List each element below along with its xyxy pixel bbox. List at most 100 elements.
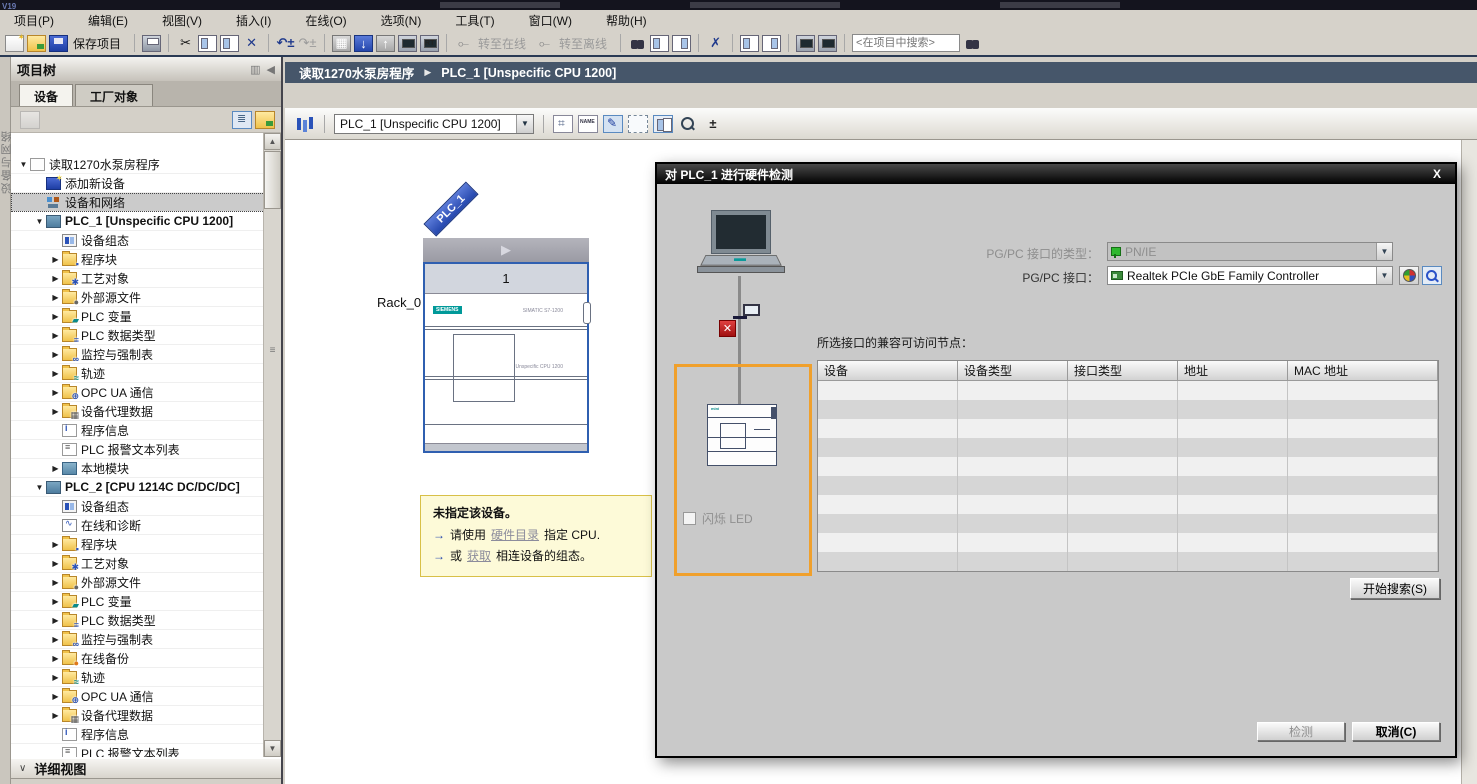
go-online-button[interactable]: 转至在线 <box>478 35 526 52</box>
menu-item-8[interactable]: 帮助(H) <box>602 11 651 30</box>
caret-right-icon[interactable]: ▶ <box>49 369 62 378</box>
column-header-3[interactable]: 地址 <box>1178 361 1288 381</box>
tree-item[interactable]: ▶在线备份 <box>11 649 281 668</box>
tree-item[interactable]: 设备组态 <box>11 231 281 250</box>
tree-item[interactable]: 程序信息 <box>11 421 281 440</box>
go-offline-button[interactable]: 转至离线 <box>559 35 607 52</box>
tree-item[interactable]: 在线和诊断 <box>11 516 281 535</box>
splitter-grip[interactable]: ≡ <box>266 345 279 356</box>
caret-right-icon[interactable]: ▶ <box>49 464 62 473</box>
caret-right-icon[interactable]: ▶ <box>49 578 62 587</box>
go-offline-plug-icon[interactable]: ⟜ <box>535 35 554 52</box>
tree-item[interactable]: ▶PLC 变量 <box>11 592 281 611</box>
menu-item-2[interactable]: 视图(V) <box>158 11 206 30</box>
caret-right-icon[interactable]: ▶ <box>49 388 62 397</box>
detect-link[interactable]: 获取 <box>467 547 491 564</box>
detect-button[interactable]: 检测 <box>1257 722 1345 741</box>
tree-item[interactable]: ▶PLC 数据类型 <box>11 611 281 630</box>
caret-right-icon[interactable]: ▶ <box>49 711 62 720</box>
new-project-icon[interactable] <box>5 35 24 52</box>
tree-item[interactable]: 添加新设备 <box>11 174 281 193</box>
tree-item[interactable]: ▼PLC_2 [CPU 1214C DC/DC/DC] <box>11 478 281 497</box>
tree-item[interactable]: ▶监控与强制表 <box>11 345 281 364</box>
caret-right-icon[interactable]: ▶ <box>49 673 62 682</box>
scrollbar-thumb[interactable] <box>264 151 281 209</box>
window-icon-2[interactable] <box>672 35 691 52</box>
columns-icon[interactable]: ▥ <box>250 63 260 76</box>
tree-item[interactable]: PLC 报警文本列表 <box>11 744 281 757</box>
show-tags-icon[interactable] <box>603 115 623 133</box>
scroll-up-icon[interactable]: ▲ <box>264 133 281 150</box>
tab-1[interactable]: 工厂对象 <box>75 84 153 106</box>
collapsed-side-tab[interactable]: 设备与网络 <box>0 57 11 784</box>
delete-icon[interactable]: ✕ <box>242 35 261 52</box>
column-header-0[interactable]: 设备 <box>818 361 958 381</box>
grid-icon[interactable] <box>553 115 573 133</box>
scroll-down-icon[interactable]: ▼ <box>264 740 281 757</box>
paste-icon[interactable] <box>220 35 239 52</box>
caret-right-icon[interactable]: ▶ <box>49 350 62 359</box>
tree-item[interactable]: ▶工艺对象 <box>11 269 281 288</box>
caret-right-icon[interactable]: ▶ <box>49 331 62 340</box>
caret-right-icon[interactable]: ▶ <box>49 654 62 663</box>
upload-from-device-icon[interactable]: ↑ <box>376 35 395 52</box>
cpu-slot[interactable]: 1 SIEMENS SIMATIC S7-1200 Unspecific CPU… <box>423 262 589 453</box>
start-search-button[interactable]: 开始搜索(S) <box>1350 578 1440 599</box>
open-object-icon[interactable] <box>255 111 275 129</box>
snap-grid-icon[interactable] <box>628 115 648 133</box>
interface-properties-button[interactable] <box>1399 266 1419 285</box>
collapse-panel-icon[interactable]: ◀ <box>267 63 275 76</box>
hardware-catalog-link[interactable]: 硬件目录 <box>491 526 539 543</box>
window-icon[interactable] <box>650 35 669 52</box>
start-cpu-icon[interactable] <box>398 35 417 52</box>
stop-cpu-rt-icon[interactable] <box>420 35 439 52</box>
diagnostics-icon[interactable] <box>628 35 647 52</box>
device-selector[interactable]: PLC_1 [Unspecific CPU 1200] ▼ <box>334 114 534 134</box>
copy-icon[interactable] <box>198 35 217 52</box>
tree-scrollbar[interactable]: ▲ ≡ ▼ <box>263 133 281 757</box>
breadcrumb[interactable]: 读取1270水泵房程序 ▶ PLC_1 [Unspecific CPU 1200… <box>285 62 1477 83</box>
tree-item[interactable]: ▶PLC 数据类型 <box>11 326 281 345</box>
column-header-4[interactable]: MAC 地址 <box>1288 361 1438 381</box>
tree-item[interactable]: ▶OPC UA 通信 <box>11 687 281 706</box>
tree-item[interactable]: ▶程序块 <box>11 250 281 269</box>
menu-item-7[interactable]: 窗口(W) <box>525 11 576 30</box>
topology-view-icon[interactable] <box>295 115 315 133</box>
keep-layout-icon[interactable] <box>796 35 815 52</box>
caret-right-icon[interactable]: ▶ <box>49 274 62 283</box>
menu-item-1[interactable]: 编辑(E) <box>84 11 132 30</box>
close-icon[interactable]: X <box>1427 167 1447 181</box>
redo-icon[interactable]: ↷± <box>298 35 317 52</box>
pgpc-if-select[interactable]: Realtek PCIe GbE Family Controller ▼ <box>1107 266 1393 285</box>
tree-item[interactable]: ▶工艺对象 <box>11 554 281 573</box>
tree-item[interactable]: ▼读取1270水泵房程序 <box>11 155 281 174</box>
menu-item-5[interactable]: 选项(N) <box>377 11 426 30</box>
tree-item[interactable]: ▶OPC UA 通信 <box>11 383 281 402</box>
breadcrumb-device[interactable]: PLC_1 [Unspecific CPU 1200] <box>441 66 616 80</box>
column-header-2[interactable]: 接口类型 <box>1068 361 1178 381</box>
find-in-project-icon[interactable] <box>963 35 982 52</box>
search-input[interactable] <box>852 34 960 52</box>
save-icon[interactable] <box>49 35 68 52</box>
caret-right-icon[interactable]: ▶ <box>49 692 62 701</box>
split-horizontal-icon[interactable] <box>740 35 759 52</box>
accessible-nodes-table[interactable]: 设备设备类型接口类型地址MAC 地址 <box>817 360 1439 572</box>
detail-view-bar[interactable]: ∨ 详细视图 <box>11 757 281 779</box>
save-project-button[interactable]: 保存项目 <box>73 35 121 52</box>
caret-right-icon[interactable]: ▶ <box>49 540 62 549</box>
compile-icon[interactable]: ▦ <box>332 35 351 52</box>
caret-right-icon[interactable]: ▶ <box>49 293 62 302</box>
tree-item[interactable]: ▶PLC 变量 <box>11 307 281 326</box>
tree-item[interactable]: ▶设备代理数据 <box>11 706 281 725</box>
tree-item[interactable]: 设备组态 <box>11 497 281 516</box>
interface-diagnostics-button[interactable] <box>1422 266 1442 285</box>
columns-icon[interactable] <box>653 115 673 133</box>
caret-right-icon[interactable]: ▶ <box>49 255 62 264</box>
go-online-plug-icon[interactable]: ⟜ <box>454 35 473 52</box>
caret-right-icon[interactable]: ▶ <box>49 407 62 416</box>
zoom-level-icon[interactable]: ± <box>703 115 723 133</box>
menu-item-4[interactable]: 在线(O) <box>301 11 350 30</box>
canvas-scrollbar[interactable] <box>1461 140 1477 784</box>
tree-item[interactable]: ▶设备代理数据 <box>11 402 281 421</box>
tree-item[interactable]: ▼PLC_1 [Unspecific CPU 1200] <box>11 212 281 231</box>
